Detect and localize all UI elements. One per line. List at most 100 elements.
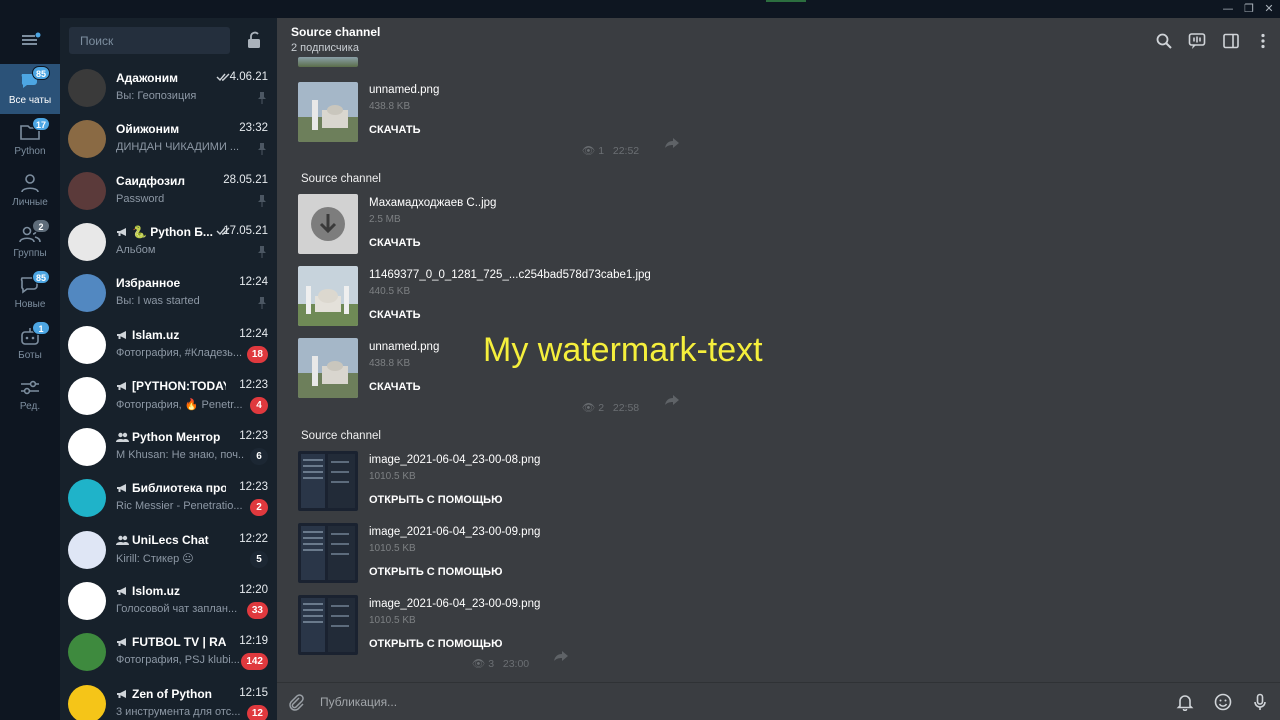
minimize-button[interactable]: — [1220,1,1236,17]
attach-icon[interactable] [287,693,305,711]
open-with-button[interactable]: ОТКРЫТЬ С ПОМОЩЬЮ [369,638,502,650]
download-button[interactable]: СКАЧАТЬ [369,309,421,321]
file-name: image_2021-06-04_23-00-09.png [369,598,541,610]
folder-python[interactable]: 17 Python [0,115,60,165]
folder-new[interactable]: 85 Новые [0,268,60,318]
file-size: 1010.5 KB [369,615,416,626]
folder-label: Группы [13,248,47,259]
folder-label: Все чаты [8,95,52,106]
file-size: 438.8 KB [369,358,411,369]
sidebar-toggle-icon[interactable] [1222,32,1240,50]
image-thumbnail[interactable] [298,595,358,655]
search-icon[interactable] [1155,32,1173,50]
share-icon[interactable] [554,651,568,661]
image-thumbnail[interactable] [298,523,358,583]
image-thumbnail[interactable] [298,451,358,511]
open-with-button[interactable]: ОТКРЫТЬ С ПОМОЩЬЮ [369,566,502,578]
folders-rail: 85 Все чаты 17 Python Личные 2 Группы 85… [0,18,60,720]
views-count: 1 [598,145,605,157]
edit-icon [21,380,39,395]
maximize-button[interactable]: ❐ [1241,1,1257,17]
message-views: 👁 3 23:00 [472,657,529,670]
eye-icon: 👁 [472,658,486,670]
image-thumbnail[interactable] [298,194,358,254]
bell-icon[interactable] [1176,693,1194,711]
chat-list-item[interactable]: UniLecs Chat 12:22 Kirill: Стикер 😐 5 [60,526,277,577]
voice-chat-icon[interactable] [1188,32,1206,50]
chat-name: Адажоним [116,71,226,85]
folder-label: Ред. [19,401,41,412]
close-button[interactable]: ✕ [1261,1,1277,17]
avatar [68,530,106,569]
download-button[interactable]: СКАЧАТЬ [369,237,421,249]
image-thumbnail[interactable] [298,338,358,398]
image-thumbnail[interactable] [298,82,358,142]
chat-name: Islam.uz [116,328,226,342]
microphone-icon[interactable] [1251,693,1269,711]
message-sender[interactable]: Source channel [301,173,381,185]
chat-preview: Вы: Геопозиция [116,90,197,102]
image-thumbnail[interactable] [298,266,358,326]
share-icon[interactable] [665,395,679,405]
folder-all-chats[interactable]: 85 Все чаты [0,64,60,114]
lock-icon[interactable] [246,31,262,49]
open-with-button[interactable]: ОТКРЫТЬ С ПОМОЩЬЮ [369,494,502,506]
window-titlebar: — ❐ ✕ [0,0,1280,18]
file-size: 440.5 KB [369,286,411,297]
chat-list-item[interactable]: Избранное 12:24 Вы: I was started [60,269,277,320]
message-sender[interactable]: Source channel [301,430,381,442]
chat-subtitle: 2 подписчика [291,42,359,54]
image-thumbnail[interactable] [298,57,358,67]
emoji-icon[interactable] [1214,693,1232,711]
avatar [68,479,106,518]
chat-header[interactable]: Source channel 2 подписчика [277,18,1280,63]
menu-icon[interactable] [18,30,42,50]
chat-list-item[interactable]: Библиотека прог... 12:23 Ric Messier - Pen… [60,474,277,525]
chat-preview: Альбом [116,243,156,256]
folder-personal[interactable]: Личные [0,166,60,216]
group-icon [116,432,129,443]
watermark-text: My watermark-text [483,331,763,369]
download-button[interactable]: СКАЧАТЬ [369,381,421,393]
chat-name: Библиотека прог... [116,481,226,495]
unread-badge: 142 [241,653,268,671]
eye-icon: 👁 [582,145,596,157]
unread-badge: 12 [246,704,268,720]
chat-list: Адажоним 4.06.21 Вы: Геопозиция Ойижоним 23:… [60,18,277,720]
more-icon[interactable] [1254,32,1272,50]
folder-bots[interactable]: 1 Боты [0,319,60,369]
message-input[interactable] [320,692,1140,712]
double-check-icon [216,73,230,82]
pin-icon [258,297,266,310]
unread-badge: 2 [250,499,268,517]
chat-list-item[interactable]: FUTBOL TV | RAS... 12:19 Фотография, PSJ k… [60,628,277,679]
chat-list-item[interactable]: Python Ментор 12:23 M Khusan: Не знаю, поч… [60,423,277,474]
share-icon[interactable] [665,138,679,148]
file-size: 1010.5 KB [369,471,416,482]
chat-list-item[interactable]: Islam.uz 12:24 Фотография, #Кладезь... 18 [60,321,277,372]
chat-list-item[interactable]: [PYTHON:TODAY] 12:23 Фотография, 🔥 Penetr.… [60,372,277,423]
pin-icon [258,245,266,258]
chat-list-item[interactable]: Ойижоним 23:32 ДИНДАН ЧИКАДИМИ ... [60,115,277,166]
download-button[interactable]: СКАЧАТЬ [369,124,421,136]
pin-icon [258,143,266,156]
chat-time: 12:23 [239,481,268,494]
chat-name-text: Библиотека прог... [132,481,226,496]
chat-name: Islom.uz [116,584,226,598]
views-count: 2 [598,402,605,414]
folder-edit[interactable]: Ред. [0,370,60,420]
search-input[interactable] [69,27,230,54]
views-count: 3 [488,658,495,670]
megaphone-icon [117,381,126,390]
unread-badge: 5 [250,550,268,568]
chat-name: Zen of Python [116,687,226,701]
chat-list-item[interactable]: Islom.uz 12:20 Голосовой чат заплан... 33 [60,577,277,628]
chat-time: 12:24 [239,276,268,289]
chat-list-item[interactable]: Zen of Python 12:15 3 инструмента для отс.… [60,680,277,720]
chat-list-item[interactable]: 🐍 Python Б... 17.05.21 Альбом [60,218,277,269]
chat-list-item[interactable]: Саидфозил 28.05.21 Password [60,167,277,218]
folder-groups[interactable]: 2 Группы [0,217,60,267]
avatar [68,376,106,415]
chat-name: Ойижоним [116,122,226,136]
chat-list-item[interactable]: Адажоним 4.06.21 Вы: Геопозиция [60,64,277,115]
